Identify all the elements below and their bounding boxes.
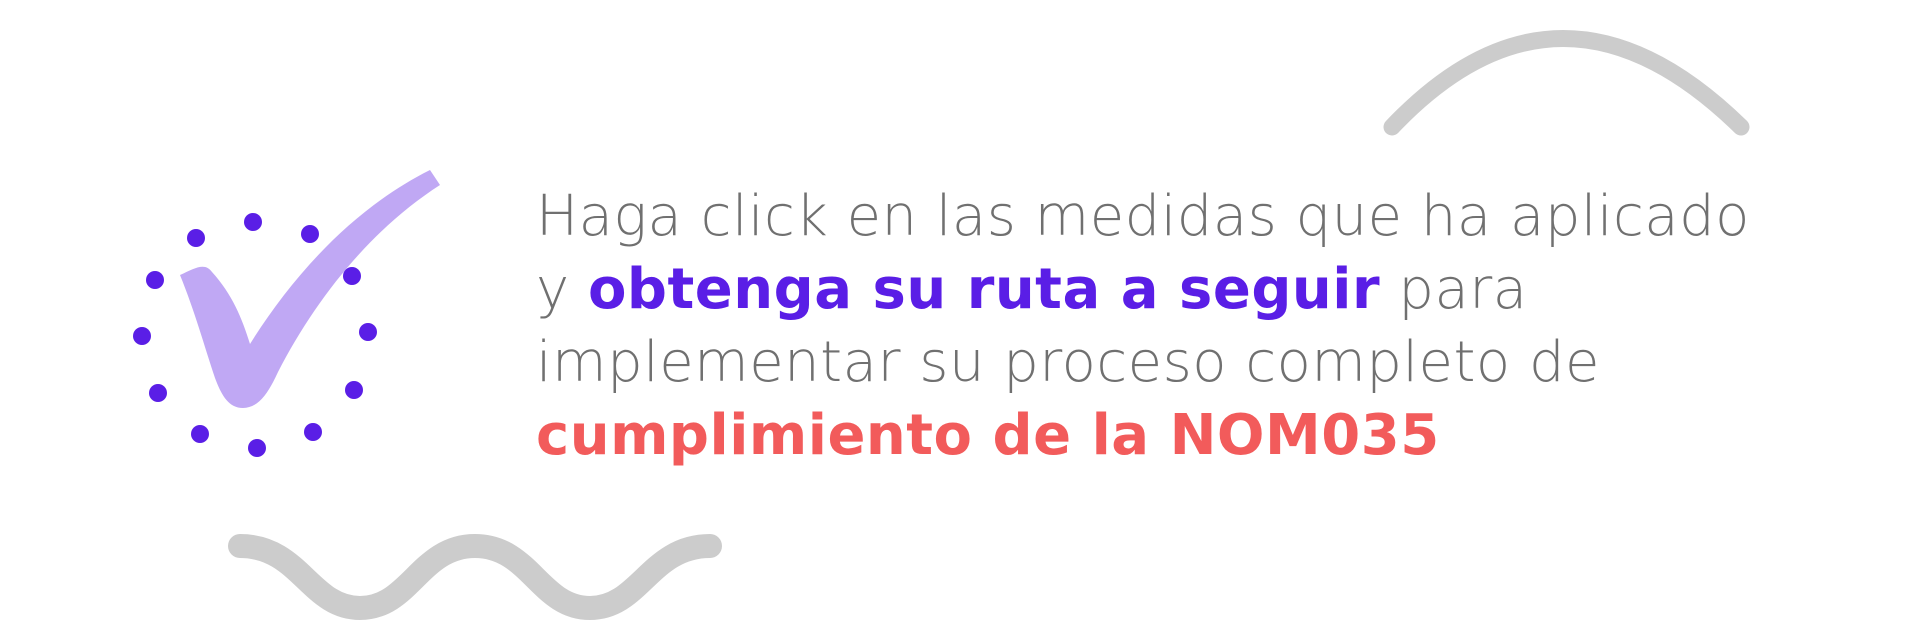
message-line-3: implementar su proceso completo de bbox=[536, 330, 1600, 395]
nom035-banner: Haga click en las medidas que ha aplicad… bbox=[0, 0, 1920, 640]
message-line-4: cumplimiento de la NOM035 bbox=[536, 403, 1440, 468]
check-icon bbox=[180, 170, 440, 408]
message-text: implementar su proceso completo de bbox=[536, 330, 1600, 395]
gray-arc bbox=[1383, 30, 1750, 136]
gray-wave bbox=[228, 533, 722, 621]
message-text: y bbox=[536, 257, 588, 322]
message-text: para bbox=[1380, 257, 1528, 322]
highlight-route-text: obtenga su ruta a seguir bbox=[587, 257, 1381, 322]
message-line-1: Haga click en las medidas que ha aplicad… bbox=[536, 184, 1750, 249]
message-text: Haga click en las medidas que ha aplicad… bbox=[536, 184, 1750, 249]
highlight-nom035-text: cumplimiento de la NOM035 bbox=[536, 403, 1440, 468]
banner-message: Haga click en las medidas que ha aplicad… bbox=[536, 180, 1906, 472]
message-line-2: y obtenga su ruta a seguir para bbox=[536, 257, 1528, 322]
